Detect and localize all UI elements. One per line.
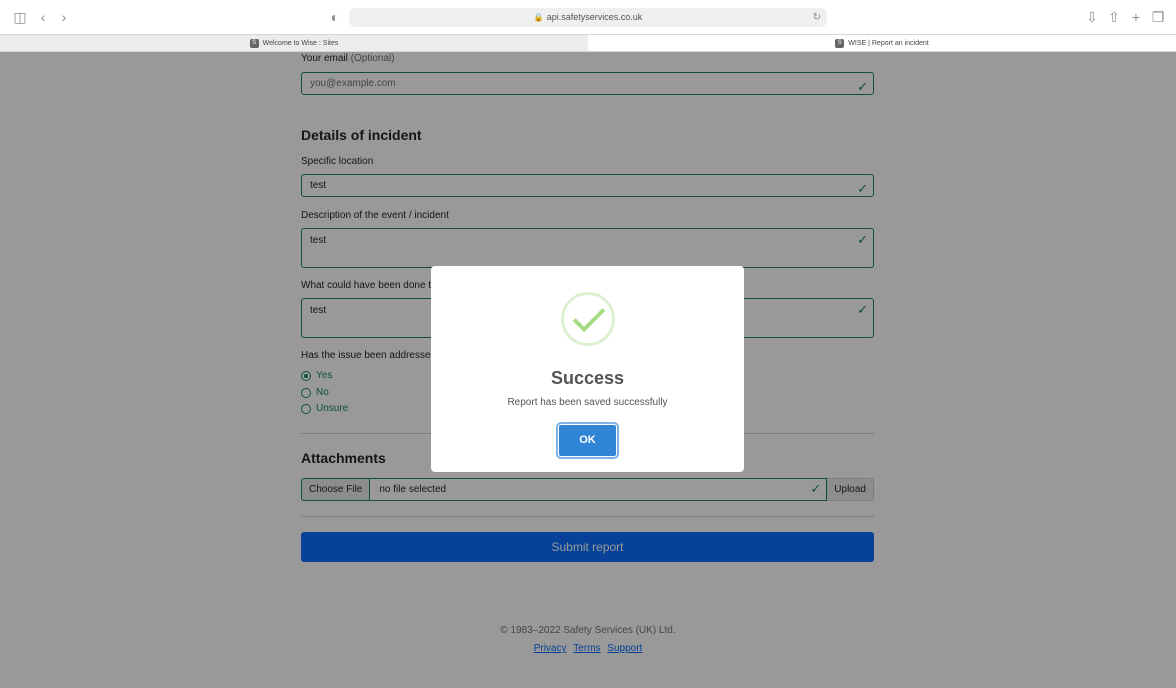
success-check-icon: [561, 292, 615, 346]
modal-title: Success: [550, 368, 625, 388]
forward-icon[interactable]: ›: [56, 9, 72, 25]
tab-bar: S Welcome to Wise : Sites S WISE | Repor…: [0, 34, 1176, 52]
url-text: api.safetyservices.co.uk: [546, 12, 643, 22]
tab-overview-icon[interactable]: ❐: [1150, 9, 1166, 25]
ok-button[interactable]: OK: [558, 424, 617, 457]
back-icon[interactable]: ‹: [35, 9, 51, 25]
site-favicon-icon: S: [249, 38, 259, 48]
privacy-shield-icon[interactable]: ◐: [327, 9, 343, 25]
new-tab-icon[interactable]: +: [1128, 9, 1144, 25]
browser-toolbar: ◫ ‹ › ◐ 🔒 api.safetyservices.co.uk ↻ ⇩ ⇧ …: [0, 0, 1176, 34]
site-favicon-icon: S: [835, 38, 845, 48]
tab-report-incident[interactable]: S WISE | Report an incident: [588, 34, 1176, 51]
reload-icon[interactable]: ↻: [813, 8, 821, 27]
modal-message: Report has been saved successfully: [507, 397, 668, 408]
lock-icon: 🔒: [533, 13, 544, 22]
downloads-icon[interactable]: ⇩: [1084, 9, 1100, 25]
tab-label: Welcome to Wise : Sites: [262, 39, 339, 47]
tab-welcome[interactable]: S Welcome to Wise : Sites: [0, 34, 588, 51]
tab-label: WISE | Report an incident: [848, 39, 929, 47]
success-modal: Success Report has been saved successful…: [431, 266, 744, 472]
share-icon[interactable]: ⇧: [1106, 9, 1122, 25]
address-bar[interactable]: 🔒 api.safetyservices.co.uk ↻: [349, 8, 827, 27]
sidebar-toggle-icon[interactable]: ◫: [12, 9, 28, 25]
